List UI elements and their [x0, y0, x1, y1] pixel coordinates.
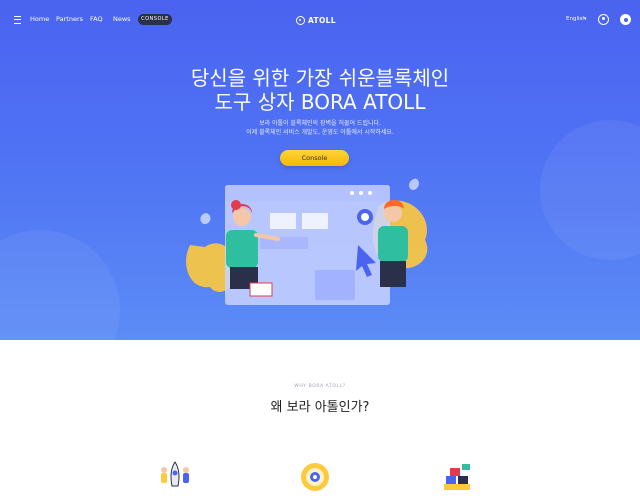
why-title: 왜 보라 아톨인가? — [270, 400, 370, 415]
nav-partners[interactable]: Partners — [56, 15, 83, 23]
chevron-down-icon[interactable]: ▾ — [584, 16, 587, 22]
top-nav: Home Partners FAQ News CONSOLE ATOLL Eng… — [0, 0, 640, 40]
hero-title-line2: 도구 상자 BORA ATOLL — [214, 90, 426, 114]
hero-subtitle-line1: 보라 아톨이 블록체인의 장벽을 허물어 드립니다. — [259, 120, 381, 127]
hero-section: Home Partners FAQ News CONSOLE ATOLL Eng… — [0, 0, 640, 340]
nav-home[interactable]: Home — [30, 15, 49, 23]
hero-title-line1: 당신을 위한 가장 쉬운블록체인 — [190, 66, 450, 90]
console-cta-button[interactable]: Console — [280, 150, 349, 166]
menu-icon[interactable] — [14, 16, 21, 24]
hero-decor-blob — [0, 230, 120, 340]
atoll-logo[interactable]: ATOLL — [296, 13, 336, 27]
atoll-logo-icon — [296, 15, 305, 25]
user-icon[interactable] — [598, 14, 609, 25]
dot-icon[interactable] — [620, 14, 631, 25]
nav-faq[interactable]: FAQ — [90, 15, 103, 23]
rocket-team-icon — [161, 461, 189, 487]
hero-illustration — [186, 178, 428, 305]
language-select[interactable]: English — [566, 16, 586, 22]
why-eyebrow: WHY BORA ATOLL? — [294, 384, 346, 389]
blocks-icon — [444, 464, 470, 490]
hero-subtitle-line2: 이제 블록체인 서비스 개발도, 운영도 아톨에서 시작하세요. — [246, 129, 394, 136]
logo-text: ATOLL — [308, 15, 336, 25]
nav-news[interactable]: News — [113, 15, 131, 23]
coin-cycle-icon — [301, 463, 329, 491]
console-nav-button[interactable]: CONSOLE — [138, 14, 172, 25]
hero-decor-blob — [540, 120, 640, 260]
